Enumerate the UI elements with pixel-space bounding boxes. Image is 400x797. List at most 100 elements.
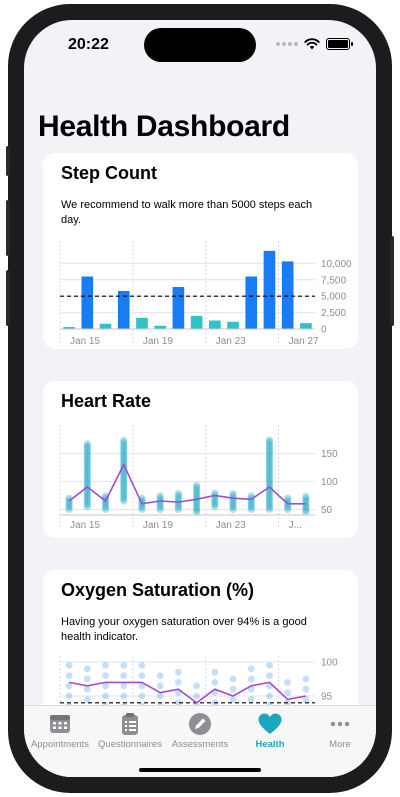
oxygen-saturation-point xyxy=(174,679,182,686)
oxygen-saturation-point xyxy=(120,662,128,669)
tab-label: More xyxy=(329,739,351,750)
oxygen-saturation-point xyxy=(284,689,292,696)
card-description: We recommend to walk more than 5000 step… xyxy=(61,199,313,226)
status-bar: 20:22 xyxy=(24,20,376,72)
x-tick-label: Jan 23 xyxy=(216,520,246,531)
calendar-icon xyxy=(50,715,70,733)
card-title: Heart Rate xyxy=(61,391,152,411)
oxygen-saturation-point xyxy=(174,668,182,676)
oxygen-saturation-point xyxy=(193,692,201,700)
x-tick-label: J... xyxy=(289,520,302,531)
oxygen-saturation-point xyxy=(138,672,146,679)
oxygen-saturation-point xyxy=(83,665,91,673)
heart-rate-chart: 150 100 50 Jan 15 Jan 19 Jan 23 J... xyxy=(59,425,338,531)
heart-rate-point xyxy=(120,436,128,445)
card-description: Having your oxygen saturation over 94% i… xyxy=(61,616,307,643)
oxygen-saturation-point xyxy=(302,675,310,683)
heart-rate-point xyxy=(302,492,310,501)
heart-rate-point xyxy=(83,440,91,448)
y-tick-label: 5,000 xyxy=(321,292,346,303)
power-button xyxy=(390,236,394,326)
tab-label: Questionnaires xyxy=(98,739,162,750)
tab-health[interactable]: Health xyxy=(234,712,306,750)
oxygen-saturation-point xyxy=(247,696,255,703)
heart-rate-point xyxy=(193,481,201,489)
oxygen-saturation-point xyxy=(266,692,273,700)
oxygen-saturation-point xyxy=(229,675,237,683)
y-tick-label: 2,500 xyxy=(321,308,346,319)
oxygen-saturation-point xyxy=(247,675,255,683)
status-icons xyxy=(276,38,353,50)
tab-bar: Appointments Questionnaires Assessments … xyxy=(24,705,376,777)
volume-up-button xyxy=(6,200,10,256)
oxygen-saturation-point xyxy=(302,685,310,693)
y-tick-label: 95 xyxy=(321,692,333,703)
bar-jan-25 xyxy=(263,250,276,329)
bar-jan-16 xyxy=(99,323,112,329)
oxygen-saturation-point xyxy=(102,662,109,669)
oxygen-saturation-point xyxy=(156,682,164,690)
x-tick-label: Jan 15 xyxy=(70,336,100,347)
tab-appointments[interactable]: Appointments xyxy=(24,712,96,750)
card-title: Oxygen Saturation (%) xyxy=(61,580,255,600)
tab-assessments[interactable]: Assessments xyxy=(164,712,236,750)
clipboard-icon xyxy=(122,713,138,735)
oxygen-saturation-point xyxy=(65,692,73,700)
oxygen-saturation-point xyxy=(138,662,146,669)
y-tick-label: 10,000 xyxy=(321,259,352,270)
mute-switch xyxy=(6,146,10,176)
x-tick-label: Jan 15 xyxy=(70,520,100,531)
tab-label: Assessments xyxy=(171,739,229,750)
heart-rate-point xyxy=(229,490,237,498)
oxygen-saturation-point xyxy=(284,679,292,686)
oxygen-saturation-point xyxy=(83,696,91,703)
bar-jan-20 xyxy=(172,287,185,329)
volume-down-button xyxy=(6,270,10,326)
oxygen-saturation-point xyxy=(247,665,255,673)
x-tick-label: Jan 23 xyxy=(216,336,246,347)
oxygen-saturation-point xyxy=(156,672,164,679)
bar-jan-18 xyxy=(136,317,148,329)
heart-rate-point xyxy=(265,436,274,444)
oxygen-saturation-point xyxy=(229,685,237,693)
heart-rate-card[interactable]: Heart Rate 150 100 50 Jan 15 Jan 19 Jan 23 J..… xyxy=(43,381,358,538)
bar-jan-15 xyxy=(81,276,94,329)
tab-questionnaires[interactable]: Questionnaires xyxy=(94,712,166,750)
bar-jan-21 xyxy=(190,315,203,329)
oxygen-saturation-point xyxy=(138,692,146,700)
tab-more[interactable]: More xyxy=(304,712,376,750)
cellular-signal-icon xyxy=(276,42,298,46)
oxygen-saturation-point xyxy=(211,668,219,676)
tab-label: Health xyxy=(255,739,285,750)
bar-jan-22 xyxy=(208,320,221,329)
app-screen: 20:22 Health Dashboard Step Count We rec… xyxy=(24,20,376,777)
status-time: 20:22 xyxy=(68,36,109,53)
battery-icon xyxy=(326,38,353,50)
y-tick-label: 7,500 xyxy=(321,275,346,286)
bar-jan-24 xyxy=(245,276,258,329)
oxygen-saturation-point xyxy=(211,679,219,686)
oxygen-saturation-point xyxy=(102,672,109,679)
oxygen-saturation-point xyxy=(83,685,91,693)
heart-icon xyxy=(258,713,282,734)
oxygen-saturation-point xyxy=(120,682,128,690)
dynamic-island xyxy=(144,28,256,62)
bar-jan-23 xyxy=(227,321,239,329)
heart-rate-point xyxy=(156,492,164,500)
oxygen-saturation-point xyxy=(102,692,109,700)
x-tick-label: Jan 19 xyxy=(143,520,173,531)
y-tick-label: 50 xyxy=(321,505,333,516)
x-tick-label: Jan 27 xyxy=(289,336,319,347)
oxygen-saturation-point xyxy=(83,675,91,683)
page-title: Health Dashboard xyxy=(38,110,290,143)
oxygen-saturation-point xyxy=(193,682,201,690)
step-count-card[interactable]: Step Count We recommend to walk more tha… xyxy=(43,153,358,349)
oxygen-saturation-point xyxy=(229,696,237,703)
x-tick-label: Jan 19 xyxy=(143,336,173,347)
wifi-icon xyxy=(304,38,320,50)
oxygen-saturation-point xyxy=(120,692,128,700)
oxygen-saturation-point xyxy=(120,672,128,679)
oxygen-saturation-point xyxy=(65,672,73,679)
oxygen-saturation-point xyxy=(65,662,73,669)
ellipsis-icon xyxy=(330,721,350,727)
